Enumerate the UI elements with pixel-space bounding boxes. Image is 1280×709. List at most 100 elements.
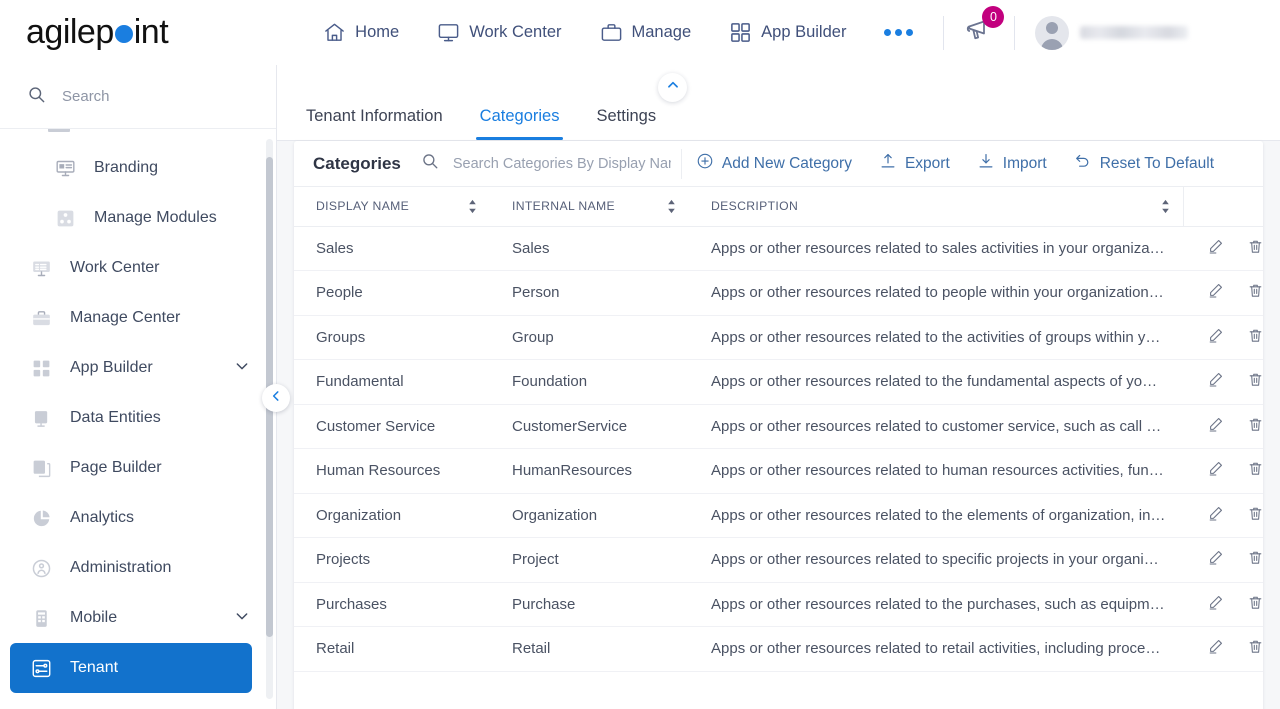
trash-icon[interactable] [1247, 371, 1263, 388]
trash-icon[interactable] [1247, 327, 1263, 344]
trash-icon[interactable] [1247, 638, 1263, 655]
cell-delete[interactable] [1225, 582, 1263, 627]
cell-display-name: Organization [294, 493, 490, 538]
cell-edit[interactable] [1183, 315, 1225, 360]
cell-edit[interactable] [1183, 582, 1225, 627]
chevron-down-icon[interactable] [234, 608, 250, 629]
table-row[interactable]: Purchases Purchase Apps or other resourc… [294, 582, 1263, 627]
sidebar-item-administration[interactable]: Administration [10, 543, 266, 593]
column-internal-name[interactable]: INTERNAL NAME [490, 187, 689, 227]
trash-icon[interactable] [1247, 416, 1263, 433]
cell-edit[interactable] [1183, 270, 1225, 316]
sidebar-item-analytics[interactable]: Analytics [10, 493, 266, 543]
table-row[interactable]: Customer Service CustomerService Apps or… [294, 404, 1263, 449]
chevron-up-icon [666, 78, 680, 97]
table-body: Sales Sales Apps or other resources rela… [294, 226, 1263, 672]
notifications-button[interactable]: 0 [964, 6, 1005, 50]
agilepoint-logo[interactable]: agilep int [26, 13, 169, 52]
sidebar-search[interactable]: Search [0, 65, 276, 129]
collapse-header-button[interactable] [658, 73, 687, 102]
cell-edit[interactable] [1183, 448, 1225, 494]
search-input[interactable] [452, 155, 671, 172]
cell-delete[interactable] [1225, 537, 1263, 583]
sidebar-item-page-builder[interactable]: Page Builder [10, 443, 266, 493]
table-row[interactable]: Retail Retail Apps or other resources re… [294, 626, 1263, 672]
sidebar-item-tenant[interactable]: Tenant [10, 643, 252, 693]
cell-delete[interactable] [1225, 404, 1263, 449]
sort-icon[interactable] [1160, 199, 1171, 214]
sort-icon[interactable] [666, 199, 677, 214]
pencil-icon[interactable] [1207, 549, 1224, 566]
pencil-icon[interactable] [1207, 416, 1224, 433]
sidebar-item-app-builder[interactable]: App Builder [10, 343, 266, 393]
pencil-icon[interactable] [1207, 505, 1224, 522]
tab-categories[interactable]: Categories [470, 107, 570, 140]
export-button[interactable]: Export [879, 152, 950, 175]
sidebar-item-manage-modules[interactable]: Manage Modules [10, 193, 266, 243]
chevron-down-icon[interactable] [234, 358, 250, 379]
modules-icon [54, 207, 76, 229]
topnav-item-manage[interactable]: Manage [600, 21, 692, 44]
column-display-name[interactable]: DISPLAY NAME [294, 187, 490, 227]
trash-icon[interactable] [1247, 282, 1263, 299]
cell-delete[interactable] [1225, 448, 1263, 494]
sidebar-item-data-entities[interactable]: Data Entities [10, 393, 266, 443]
trash-icon[interactable] [1247, 460, 1263, 477]
table-row[interactable]: Projects Project Apps or other resources… [294, 537, 1263, 583]
trash-icon[interactable] [1247, 594, 1263, 611]
sidebar-collapse-button[interactable] [262, 384, 290, 412]
topnav-item-home[interactable]: Home [323, 21, 399, 44]
table-row[interactable]: Fundamental Foundation Apps or other res… [294, 359, 1263, 405]
reset-to-default-button[interactable]: Reset To Default [1074, 152, 1214, 175]
sort-icon[interactable] [467, 199, 478, 214]
app-root: agilep int Home Work Center Manage App B… [0, 0, 1280, 709]
user-menu[interactable] [1035, 15, 1189, 50]
sidebar-item-work-center[interactable]: Work Center [10, 243, 266, 293]
sidebar-item-branding[interactable]: Branding [10, 143, 266, 193]
topnav-item-app-builder[interactable]: App Builder [729, 21, 846, 44]
sidebar-scrollbar[interactable] [266, 139, 273, 699]
cell-edit[interactable] [1183, 626, 1225, 672]
trash-icon[interactable] [1247, 549, 1263, 566]
table-row[interactable]: Sales Sales Apps or other resources rela… [294, 226, 1263, 271]
column-description[interactable]: DESCRIPTION [689, 187, 1183, 227]
pencil-icon[interactable] [1207, 282, 1224, 299]
sidebar-item-mobile[interactable]: Mobile [10, 593, 266, 643]
cell-edit[interactable] [1183, 359, 1225, 405]
pencil-icon[interactable] [1207, 460, 1224, 477]
categories-search[interactable] [421, 152, 681, 175]
table-row[interactable]: Human Resources HumanResources Apps or o… [294, 448, 1263, 494]
tab-settings[interactable]: Settings [586, 107, 666, 140]
cell-display-name: Purchases [294, 582, 490, 627]
pencil-icon[interactable] [1207, 238, 1224, 255]
pencil-icon[interactable] [1207, 638, 1224, 655]
topnav-item-work-center[interactable]: Work Center [437, 21, 562, 44]
cell-description: Apps or other resources related to speci… [689, 537, 1183, 583]
cell-edit[interactable] [1183, 537, 1225, 583]
pencil-icon[interactable] [1207, 594, 1224, 611]
cell-edit[interactable] [1183, 404, 1225, 449]
logo-text-after: int [133, 13, 169, 51]
table-row[interactable]: Groups Group Apps or other resources rel… [294, 315, 1263, 360]
topnav-label: Manage [631, 23, 692, 41]
categories-table: DISPLAY NAME INTERNAL NAME DESCRIPTION S… [294, 187, 1263, 672]
import-button[interactable]: Import [977, 152, 1047, 175]
cell-edit[interactable] [1183, 226, 1225, 271]
add-new-category-button[interactable]: Add New Category [696, 152, 852, 175]
cell-delete[interactable] [1225, 626, 1263, 672]
cell-delete[interactable] [1225, 226, 1263, 271]
pencil-icon[interactable] [1207, 371, 1224, 388]
tab-tenant-information[interactable]: Tenant Information [296, 107, 453, 140]
cell-delete[interactable] [1225, 315, 1263, 360]
cell-delete[interactable] [1225, 270, 1263, 316]
cell-delete[interactable] [1225, 359, 1263, 405]
table-row[interactable]: Organization Organization Apps or other … [294, 493, 1263, 538]
trash-icon[interactable] [1247, 238, 1263, 255]
cell-delete[interactable] [1225, 493, 1263, 538]
table-row[interactable]: People Person Apps or other resources re… [294, 270, 1263, 316]
cell-edit[interactable] [1183, 493, 1225, 538]
topnav-overflow-button[interactable] [884, 29, 914, 36]
trash-icon[interactable] [1247, 505, 1263, 522]
sidebar-item-manage-center[interactable]: Manage Center [10, 293, 266, 343]
pencil-icon[interactable] [1207, 327, 1224, 344]
